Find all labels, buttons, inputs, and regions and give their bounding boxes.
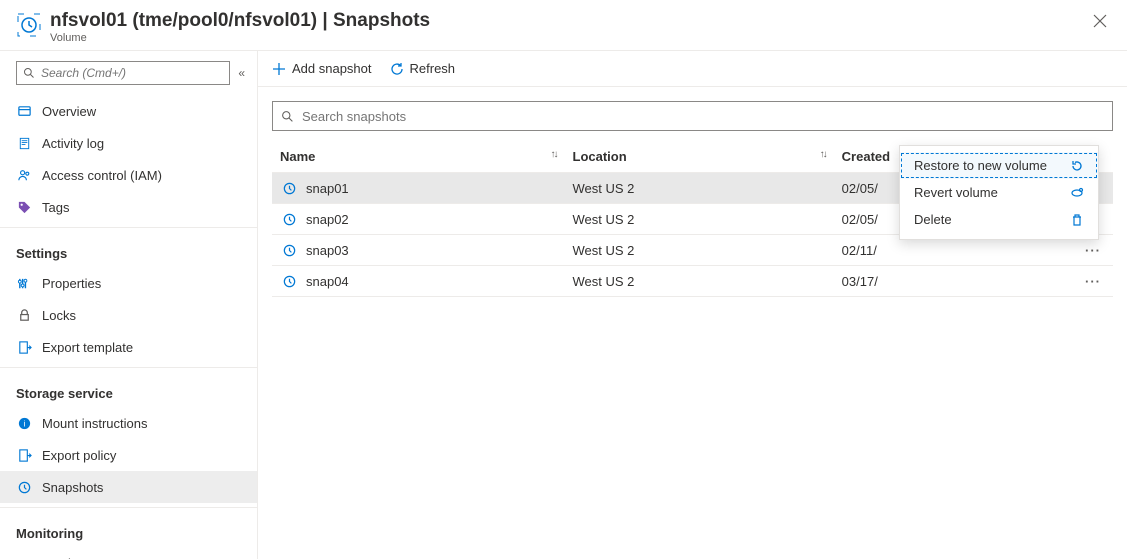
column-name[interactable]: Name↑↓ <box>272 141 565 173</box>
table-row[interactable]: snap04 West US 203/17/ ··· <box>272 266 1113 297</box>
ctx-revert[interactable]: Revert volume <box>900 179 1098 206</box>
row-actions-button[interactable]: ··· <box>1085 243 1105 258</box>
snapshot-name: snap04 <box>306 274 349 289</box>
sidebar-item-overview[interactable]: Overview <box>0 95 257 127</box>
volume-clock-icon <box>16 12 42 38</box>
ctx-delete[interactable]: Delete <box>900 206 1098 233</box>
snapshot-name: snap03 <box>306 243 349 258</box>
sidebar-item-locks[interactable]: Locks <box>0 299 257 331</box>
snapshot-name: snap02 <box>306 212 349 227</box>
collapse-sidebar-button[interactable]: « <box>238 66 245 80</box>
snapshot-location: West US 2 <box>565 266 834 297</box>
snapshot-search-input[interactable] <box>302 109 1104 124</box>
sidebar-item-export-policy[interactable]: Export policy <box>0 439 257 471</box>
sidebar-item-label: Locks <box>42 308 76 323</box>
sidebar-item-metrics[interactable]: Metrics <box>0 547 257 559</box>
ctx-restore[interactable]: Restore to new volume <box>900 152 1098 179</box>
sort-icon: ↑↓ <box>820 149 826 160</box>
sidebar-item-activity-log[interactable]: Activity log <box>0 127 257 159</box>
sidebar-section: Storage service <box>0 372 257 407</box>
sidebar-item-label: Metrics <box>42 556 84 559</box>
sidebar-item-label: Access control (IAM) <box>42 168 162 183</box>
search-icon <box>281 110 294 123</box>
sidebar-item-access-control-iam-[interactable]: Access control (IAM) <box>0 159 257 191</box>
sidebar-item-label: Overview <box>42 104 96 119</box>
sidebar-search[interactable] <box>16 61 230 85</box>
snapshot-icon <box>280 210 298 228</box>
restore-icon <box>1070 159 1084 173</box>
refresh-label: Refresh <box>410 61 456 76</box>
sidebar-search-input[interactable] <box>41 66 223 80</box>
page-subtitle: Volume <box>50 32 430 44</box>
add-snapshot-button[interactable]: Add snapshot <box>272 61 372 76</box>
sidebar-item-tags[interactable]: Tags <box>0 191 257 223</box>
snapshot-icon <box>16 480 32 495</box>
snapshot-icon <box>280 179 298 197</box>
sidebar-item-label: Snapshots <box>42 480 103 495</box>
sidebar-item-label: Mount instructions <box>42 416 148 431</box>
iam-icon <box>16 168 32 183</box>
overview-icon <box>16 104 32 119</box>
sidebar: « Overview Activity log Access control (IA… <box>0 51 258 559</box>
plus-icon <box>272 62 286 76</box>
sidebar-item-snapshots[interactable]: Snapshots <box>0 471 257 503</box>
page-header: nfsvol01 (tme/pool0/nfsvol01) | Snapshot… <box>0 0 1127 51</box>
column-location[interactable]: Location↑↓ <box>565 141 834 173</box>
close-button[interactable] <box>1089 10 1111 37</box>
sidebar-item-mount-instructions[interactable]: i Mount instructions <box>0 407 257 439</box>
sidebar-item-label: Export policy <box>42 448 116 463</box>
snapshot-search[interactable] <box>272 101 1113 131</box>
row-actions-button[interactable]: ··· <box>1085 274 1105 289</box>
context-menu: Restore to new volume Revert volume Dele… <box>899 145 1099 240</box>
add-snapshot-label: Add snapshot <box>292 61 372 76</box>
snapshot-location: West US 2 <box>565 173 834 204</box>
snapshot-location: West US 2 <box>565 204 834 235</box>
snapshot-created: 03/17/ <box>834 266 1077 297</box>
log-icon <box>16 136 32 151</box>
search-icon <box>23 67 35 79</box>
sidebar-item-properties[interactable]: Properties <box>0 267 257 299</box>
props-icon <box>16 276 32 291</box>
snapshot-icon <box>280 272 298 290</box>
toolbar: Add snapshot Refresh <box>258 51 1127 87</box>
sidebar-item-label: Export template <box>42 340 133 355</box>
sidebar-section: Monitoring <box>0 512 257 547</box>
export-icon <box>16 340 32 355</box>
main-panel: Add snapshot Refresh Name↑↓ Locatio <box>258 51 1127 559</box>
snapshot-location: West US 2 <box>565 235 834 266</box>
sidebar-item-label: Tags <box>42 200 69 215</box>
snapshot-name: snap01 <box>306 181 349 196</box>
revert-icon <box>1070 186 1084 200</box>
sidebar-item-label: Activity log <box>42 136 104 151</box>
locks-icon <box>16 308 32 323</box>
metrics-icon <box>16 556 32 559</box>
refresh-icon <box>390 62 404 76</box>
policy-icon <box>16 448 32 463</box>
snapshot-icon <box>280 241 298 259</box>
page-title: nfsvol01 (tme/pool0/nfsvol01) | Snapshot… <box>50 10 430 32</box>
svg-text:i: i <box>23 418 25 428</box>
refresh-button[interactable]: Refresh <box>390 61 456 76</box>
sidebar-section: Settings <box>0 232 257 267</box>
sort-icon: ↑↓ <box>551 149 557 160</box>
delete-icon <box>1070 213 1084 227</box>
sidebar-item-export-template[interactable]: Export template <box>0 331 257 363</box>
tags-icon <box>16 200 32 215</box>
sidebar-item-label: Properties <box>42 276 101 291</box>
mount-icon: i <box>16 416 32 431</box>
